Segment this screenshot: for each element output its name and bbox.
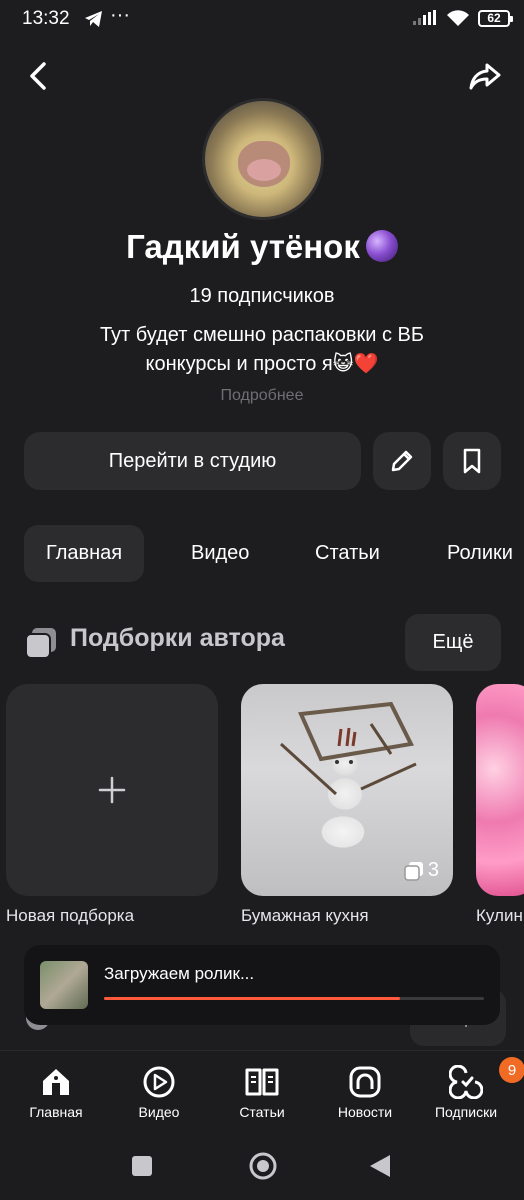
studio-button[interactable]: Перейти в студию xyxy=(24,432,361,490)
plus-icon xyxy=(98,776,126,804)
nav-label-video: Видео xyxy=(138,1104,180,1120)
bio-line-2: конкурсы и просто я😺❤️ xyxy=(145,353,379,375)
collection-card-paper-kitchen[interactable]: 3 xyxy=(241,684,453,896)
bookmark-icon xyxy=(463,448,481,474)
home-system-button[interactable] xyxy=(248,1151,278,1181)
upload-status-text: Загружаем ролик... xyxy=(104,964,255,983)
tab-articles[interactable]: Статьи xyxy=(293,525,402,582)
video-play-icon xyxy=(143,1066,175,1098)
status-right: 62 xyxy=(412,9,513,27)
wifi-icon xyxy=(446,9,470,27)
status-time: 13:32 xyxy=(22,8,70,29)
nav-label-news: Новости xyxy=(337,1104,393,1120)
tab-video[interactable]: Видео xyxy=(169,525,271,582)
nav-articles[interactable]: Статьи xyxy=(216,1065,308,1120)
signal-icon xyxy=(412,10,438,26)
back-system-button[interactable] xyxy=(368,1153,392,1179)
bio-line-1: Тут будет смешно распаковки с ВБ xyxy=(99,324,425,346)
square-icon xyxy=(132,1156,152,1176)
new-collection-card[interactable] xyxy=(6,684,218,896)
book-icon xyxy=(245,1068,279,1096)
collection-stack-icon xyxy=(404,861,423,881)
collection-label-new: Новая подборка xyxy=(6,906,135,925)
recent-apps-button[interactable] xyxy=(131,1155,153,1177)
tab-main[interactable]: Главная xyxy=(24,525,145,582)
bookmark-button[interactable] xyxy=(443,432,501,490)
nav-main[interactable]: Главная xyxy=(10,1065,102,1120)
nav-label-articles: Статьи xyxy=(239,1104,285,1120)
collections-icon xyxy=(24,626,58,660)
triangle-back-icon xyxy=(370,1155,390,1177)
share-icon xyxy=(469,63,501,90)
subscriber-count: 19 подписчиков xyxy=(189,285,335,307)
avatar[interactable] xyxy=(202,98,324,220)
nav-video[interactable]: Видео xyxy=(113,1065,205,1120)
collection-label-culinary: Кулин xyxy=(476,906,523,925)
telegram-icon xyxy=(84,10,104,28)
collections-more-button[interactable]: Ещё xyxy=(405,614,501,671)
nav-label-main: Главная xyxy=(29,1104,83,1120)
battery-indicator: 62 xyxy=(478,9,513,27)
subscriptions-icon xyxy=(449,1065,483,1099)
profile-bio: Тут будет смешно распаковки с ВБ конкурс… xyxy=(40,321,484,379)
tab-reels[interactable]: Ролики xyxy=(425,525,524,582)
news-icon xyxy=(349,1066,381,1098)
system-navigation-bar xyxy=(0,1134,524,1200)
collection-label-paper-kitchen: Бумажная кухня xyxy=(241,906,369,925)
collection-card-culinary[interactable] xyxy=(476,684,524,896)
subscriptions-badge: 9 xyxy=(499,1057,524,1083)
back-arrow-icon xyxy=(30,62,46,90)
status-dots: ··· xyxy=(110,4,130,26)
more-link[interactable]: Подробнее xyxy=(0,387,524,405)
back-button[interactable] xyxy=(24,60,50,92)
collections-title: Подборки автора xyxy=(70,624,285,652)
circle-icon xyxy=(249,1152,277,1180)
nav-subscriptions[interactable]: 9 Подписки xyxy=(420,1057,524,1120)
upload-thumbnail xyxy=(40,961,88,1009)
upload-progress-card[interactable]: Загружаем ролик... xyxy=(24,945,500,1025)
crystal-ball-icon xyxy=(365,230,398,262)
nav-news[interactable]: Новости xyxy=(319,1065,411,1120)
home-icon xyxy=(43,1069,69,1095)
share-button[interactable] xyxy=(468,60,502,92)
edit-button[interactable] xyxy=(373,432,431,490)
upload-progress-fill xyxy=(104,997,401,1000)
profile-name-text: Гадкий утёнок xyxy=(126,228,360,265)
upload-progress-track xyxy=(104,997,484,1000)
pencil-icon xyxy=(391,450,413,472)
collection-count-badge: 3 xyxy=(404,859,439,882)
nav-label-subscriptions: Подписки xyxy=(434,1104,498,1120)
profile-name: Гадкий утёнок xyxy=(0,228,524,266)
bottom-nav: Главная Видео Статьи Новости 9 Подписки xyxy=(0,1050,524,1134)
collection-count: 3 xyxy=(427,859,439,881)
